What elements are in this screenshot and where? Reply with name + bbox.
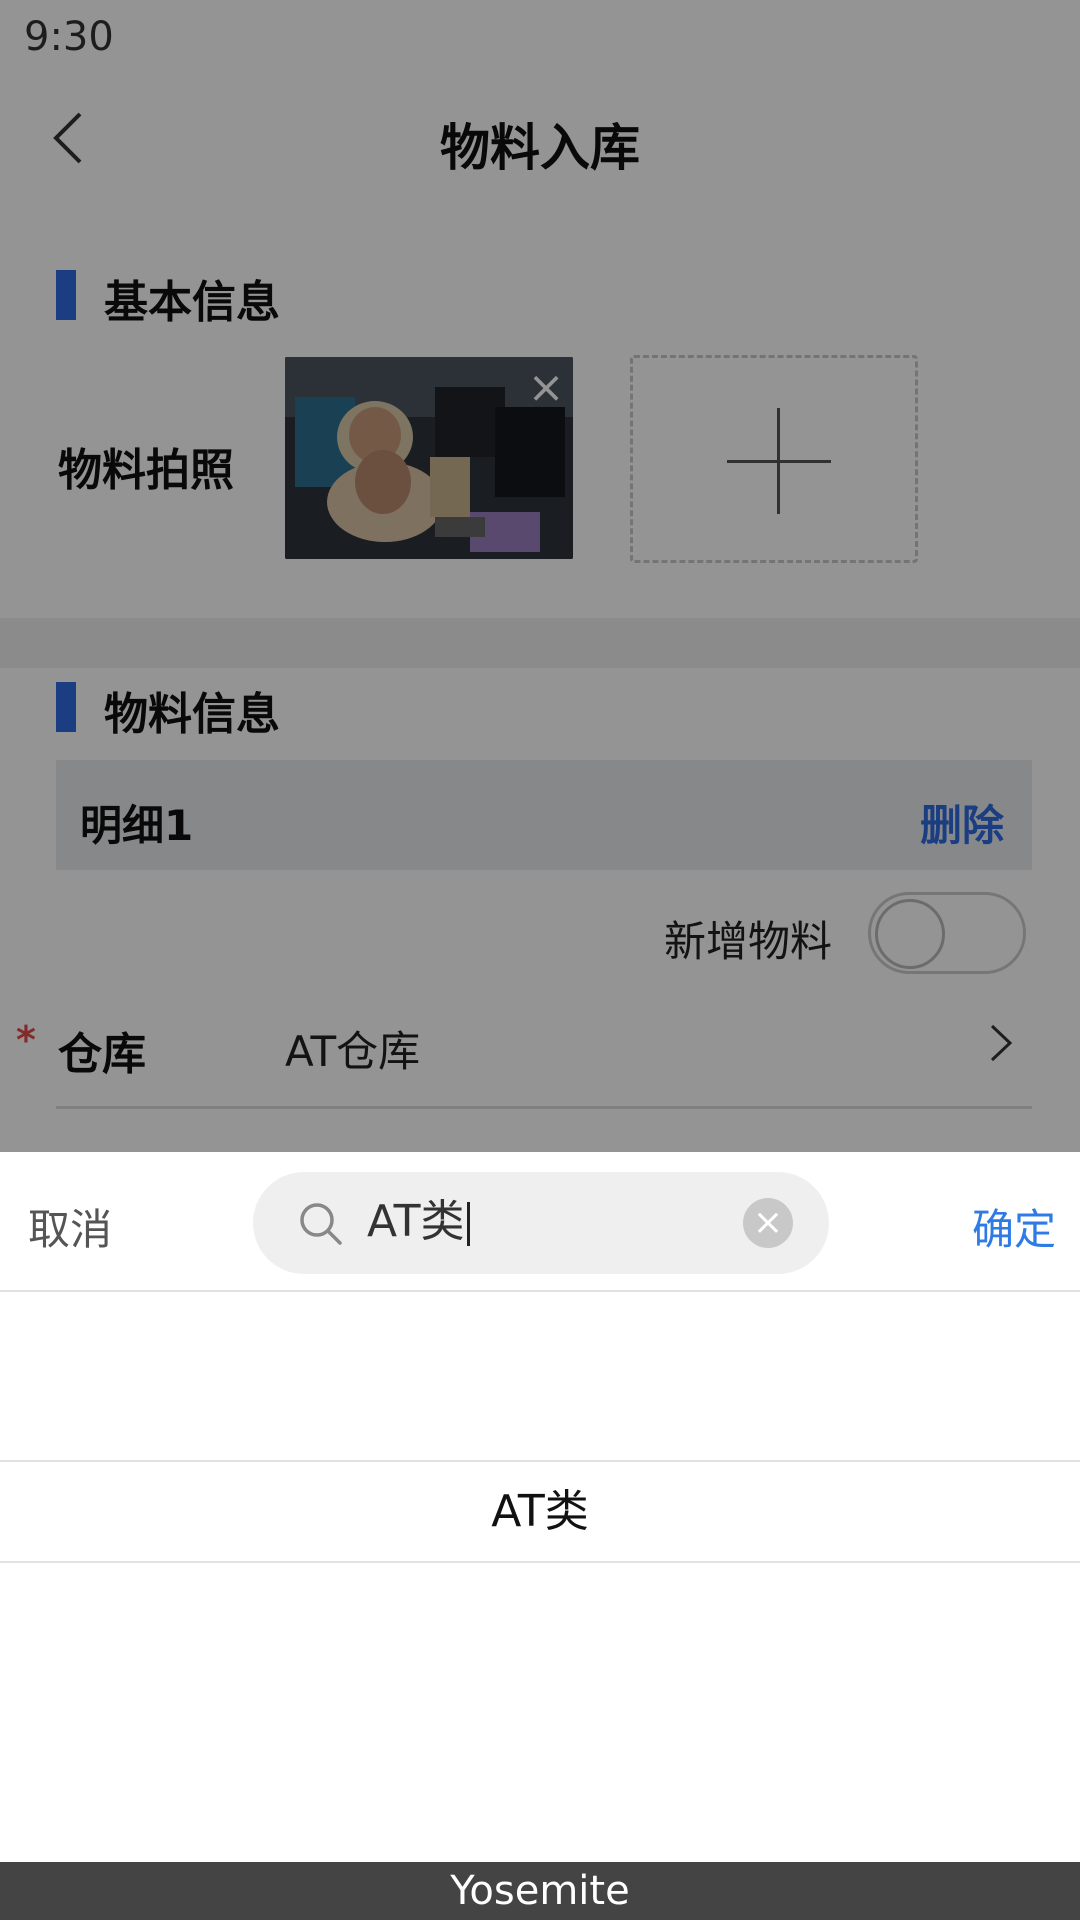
- search-icon: [300, 1203, 342, 1245]
- search-input[interactable]: AT类: [367, 1194, 470, 1250]
- sheet-divider: [0, 1290, 1080, 1292]
- caption-bar: Yosemite: [0, 1862, 1080, 1920]
- cancel-button[interactable]: 取消: [28, 1196, 112, 1257]
- modal-overlay[interactable]: [0, 0, 1080, 1152]
- search-field[interactable]: AT类 ×: [253, 1172, 829, 1274]
- option-divider-bottom: [0, 1561, 1080, 1563]
- clear-icon[interactable]: ×: [743, 1198, 793, 1248]
- text-caret: [466, 1202, 470, 1246]
- confirm-button[interactable]: 确定: [972, 1196, 1056, 1257]
- picker-option[interactable]: AT类: [0, 1462, 1080, 1562]
- caption-text: Yosemite: [450, 1868, 630, 1914]
